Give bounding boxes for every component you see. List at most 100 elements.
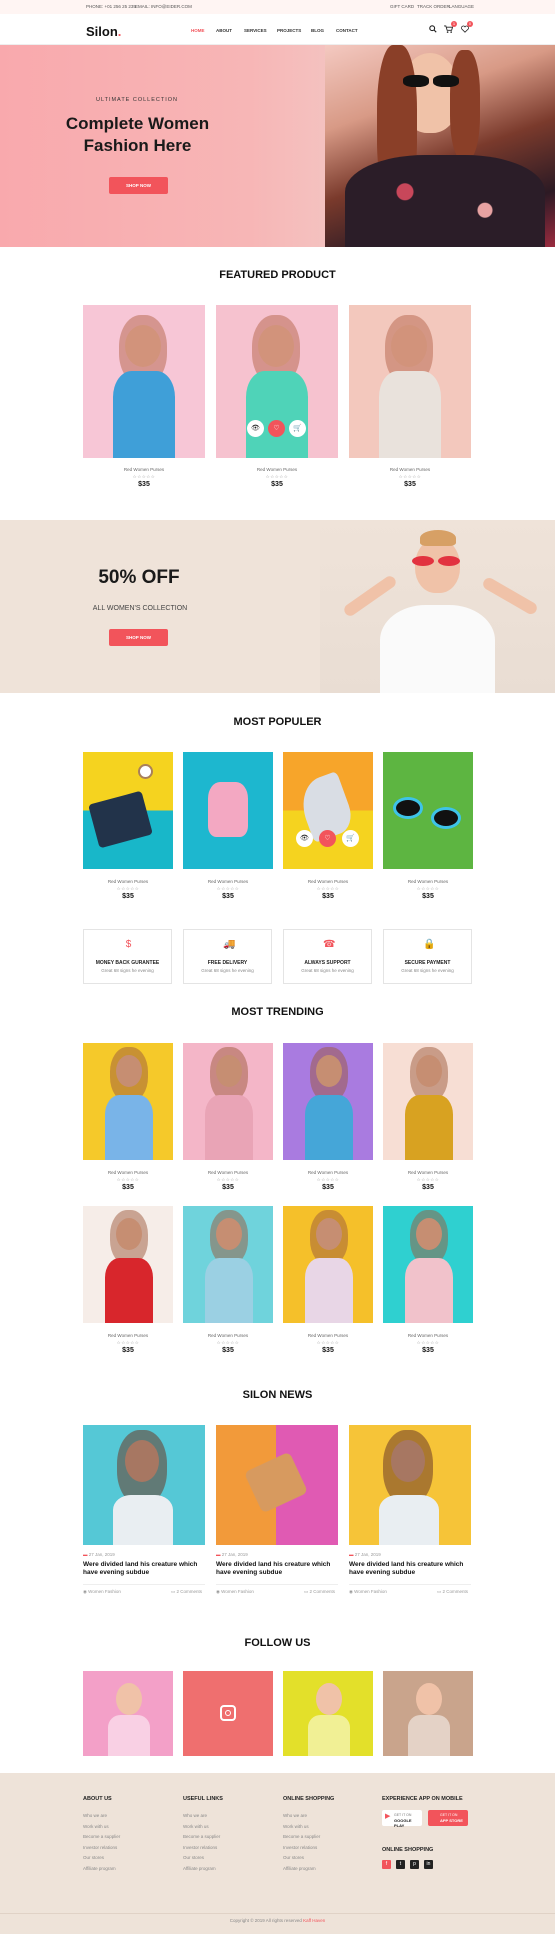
news-image[interactable] [216, 1425, 338, 1545]
news-headline[interactable]: Were divided land his creature which hav… [216, 1561, 338, 1577]
trending-product-image[interactable] [383, 1043, 473, 1160]
nav-services[interactable]: SERVICES [244, 28, 267, 33]
nav-blog[interactable]: BLOG [311, 28, 324, 33]
nav-contact[interactable]: CONTACT [336, 28, 358, 33]
trending-product-image[interactable] [283, 1206, 373, 1323]
product-name[interactable]: Red Women Purses [83, 1333, 173, 1338]
footer-link[interactable]: Investor relations [283, 1845, 317, 1850]
news-headline[interactable]: Were divided land his creature which hav… [83, 1561, 205, 1577]
instagram-tile[interactable] [83, 1671, 173, 1756]
instagram-tile[interactable] [383, 1671, 473, 1756]
trending-product-image[interactable] [83, 1043, 173, 1160]
nav-projects[interactable]: PROJECTS [277, 28, 301, 33]
product-rating: ☆☆☆☆☆ [116, 1177, 140, 1182]
topbar-link-gift-card[interactable]: GIFT CARD [390, 4, 414, 9]
product-name[interactable]: Red Women Purses [283, 1333, 373, 1338]
footer-link[interactable]: Become a supplier [83, 1834, 120, 1839]
quick-view-icon[interactable]: 👁 [296, 830, 313, 847]
product-name[interactable]: Red Women Purses [283, 879, 373, 884]
footer-link[interactable]: Become a supplier [283, 1834, 320, 1839]
nav-home[interactable]: HOME [191, 28, 205, 33]
featured-product-image[interactable] [349, 305, 471, 458]
add-to-cart-icon[interactable]: 🛒 [289, 420, 306, 437]
product-name[interactable]: Red Women Purses [383, 1333, 473, 1338]
footer-link[interactable]: Affiliate program [183, 1866, 216, 1871]
trending-product-image[interactable] [183, 1206, 273, 1323]
footer-link[interactable]: Who we are [283, 1813, 307, 1818]
pinterest-icon[interactable]: p [410, 1860, 419, 1869]
popular-product-image[interactable] [283, 752, 373, 869]
feature-text: Great 68 signs he evening [301, 968, 354, 973]
topbar-link-language[interactable]: LANGUAGE [449, 4, 474, 9]
app-store-button[interactable]: GET IT ON APP STORE [428, 1810, 468, 1826]
product-price: $35 [222, 1347, 234, 1354]
promo-shop-now-button[interactable]: SHOP NOW [109, 629, 168, 646]
footer-link[interactable]: Who we are [183, 1813, 207, 1818]
footer-link[interactable]: Become a supplier [183, 1834, 220, 1839]
product-name[interactable]: Red Women Purses [183, 1170, 273, 1175]
product-name[interactable]: Red Women Purses [216, 467, 338, 472]
news-title: SILON NEWS [242, 1389, 313, 1401]
topbar-link-track-order[interactable]: TRACK ORDER [417, 4, 450, 9]
product-name[interactable]: Red Women Purses [383, 879, 473, 884]
product-name[interactable]: Red Women Purses [83, 467, 205, 472]
news-category[interactable]: ◉ Women Fashion [83, 1589, 121, 1595]
news-comments[interactable]: ▭ 2 Comments [304, 1589, 335, 1595]
featured-product-image[interactable] [83, 305, 205, 458]
product-rating: ☆☆☆☆☆ [316, 1340, 340, 1345]
product-name[interactable]: Red Women Purses [283, 1170, 373, 1175]
footer-link[interactable]: Affiliate program [283, 1866, 316, 1871]
add-to-cart-icon[interactable]: 🛒 [342, 830, 359, 847]
product-name[interactable]: Red Women Purses [83, 879, 173, 884]
trending-product-image[interactable] [283, 1043, 373, 1160]
search-icon[interactable] [428, 25, 437, 34]
product-name[interactable]: Red Women Purses [183, 879, 273, 884]
facebook-icon[interactable]: f [382, 1860, 391, 1869]
popular-product-image[interactable] [383, 752, 473, 869]
trending-product-image[interactable] [83, 1206, 173, 1323]
news-category[interactable]: ◉ Women Fashion [216, 1589, 254, 1595]
instagram-tile[interactable] [283, 1671, 373, 1756]
copyright-brand[interactable]: Kaff Haven [303, 1918, 325, 1923]
hero-kicker: ULTIMATE COLLECTION [95, 97, 179, 103]
play-icon: ▶ [385, 1813, 391, 1820]
news-headline[interactable]: Were divided land his creature which hav… [349, 1561, 471, 1577]
hero-shop-now-button[interactable]: SHOP NOW [109, 177, 168, 194]
footer-link[interactable]: Work with us [283, 1824, 309, 1829]
twitter-icon[interactable]: t [396, 1860, 405, 1869]
nav-about[interactable]: ABOUT [216, 28, 232, 33]
footer-link[interactable]: Our stores [283, 1855, 304, 1860]
product-name[interactable]: Red Women Purses [349, 467, 471, 472]
popular-product-image[interactable] [83, 752, 173, 869]
wishlist-icon[interactable]: ♡ [319, 830, 336, 847]
wishlist-icon[interactable]: ♡ [268, 420, 285, 437]
news-image[interactable] [83, 1425, 205, 1545]
product-rating: ☆☆☆☆☆ [116, 886, 140, 891]
site-logo[interactable]: Silon. [86, 24, 121, 39]
footer-link[interactable]: Work with us [183, 1824, 209, 1829]
trending-product-image[interactable] [383, 1206, 473, 1323]
google-play-button[interactable]: ▶ GET IT ON GOOGLE PLAY [382, 1810, 422, 1828]
quick-view-icon[interactable]: 👁 [247, 420, 264, 437]
instagram-icon[interactable]: in [424, 1860, 433, 1869]
product-name[interactable]: Red Women Purses [183, 1333, 273, 1338]
secure-icon: 🔒 [423, 939, 436, 950]
news-category[interactable]: ◉ Women Fashion [349, 1589, 387, 1595]
feature-title: FREE DELIVERY [207, 960, 248, 966]
product-rating: ☆☆☆☆☆ [132, 474, 156, 479]
footer-link[interactable]: Our stores [83, 1855, 104, 1860]
footer-link[interactable]: Our stores [183, 1855, 204, 1860]
news-image[interactable] [349, 1425, 471, 1545]
news-comments[interactable]: ▭ 2 Comments [171, 1589, 202, 1595]
popular-product-image[interactable] [183, 752, 273, 869]
instagram-tile[interactable] [183, 1671, 273, 1756]
footer-link[interactable]: Work with us [83, 1824, 109, 1829]
product-name[interactable]: Red Women Purses [83, 1170, 173, 1175]
trending-product-image[interactable] [183, 1043, 273, 1160]
footer-link[interactable]: Investor relations [183, 1845, 217, 1850]
news-comments[interactable]: ▭ 2 Comments [437, 1589, 468, 1595]
footer-link[interactable]: Investor relations [83, 1845, 117, 1850]
footer-link[interactable]: Affiliate program [83, 1866, 116, 1871]
footer-link[interactable]: Who we are [83, 1813, 107, 1818]
product-name[interactable]: Red Women Purses [383, 1170, 473, 1175]
